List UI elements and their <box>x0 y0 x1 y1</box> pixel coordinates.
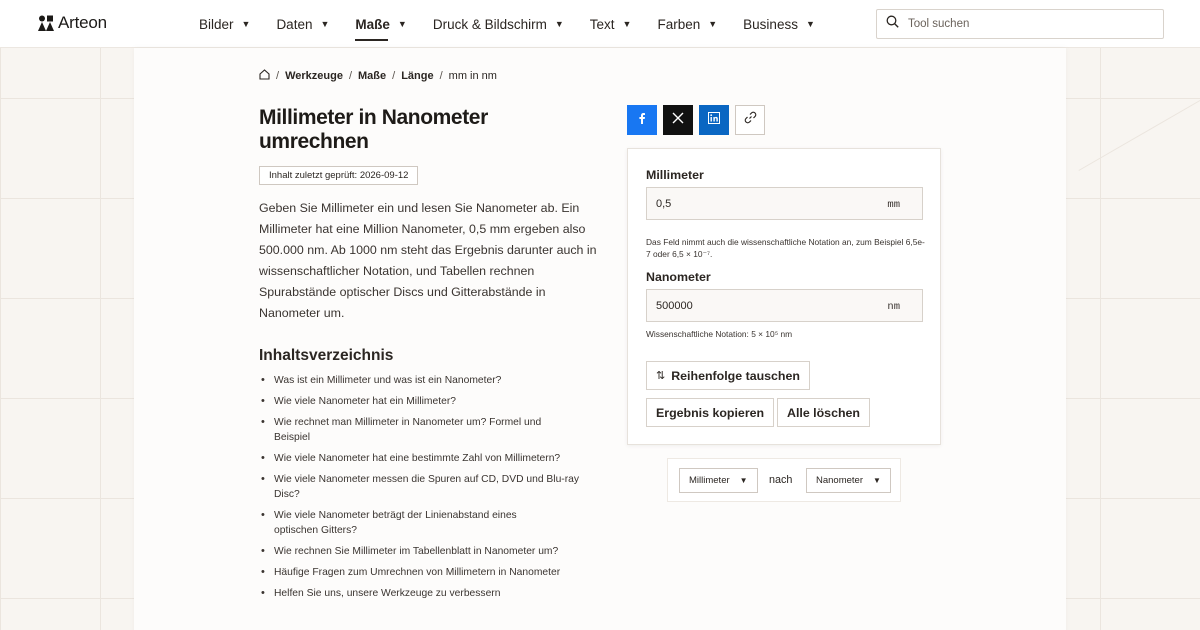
caret-down-icon: ▼ <box>622 19 632 29</box>
share-bar <box>627 105 765 135</box>
toc-list: Was ist ein Millimeter und was ist ein N… <box>259 373 599 607</box>
toc-link[interactable]: Helfen Sie uns, unsere Werkzeuge zu verb… <box>274 588 500 599</box>
intro-text: Geben Sie Millimeter ein und lesen Sie N… <box>259 201 597 320</box>
converter-panel: Millimeter mm Das Feld nimmt auch die wi… <box>627 148 941 445</box>
breadcrumb: / Werkzeuge / Maße / Länge / mm in nm <box>259 69 497 83</box>
nav-label: Farben <box>657 16 701 32</box>
brand-logo[interactable]: Arteon <box>38 13 107 33</box>
linkedin-icon <box>708 111 720 129</box>
nav-label: Text <box>589 16 615 32</box>
breadcrumb-laenge[interactable]: Länge <box>401 70 433 82</box>
nav-label: Maße <box>355 16 390 32</box>
nanometer-unit: nm <box>887 301 900 313</box>
share-x-button[interactable] <box>663 105 693 135</box>
nav-item-text[interactable]: Text ▼ <box>590 17 632 32</box>
nav-label: Bilder <box>199 16 234 32</box>
toc-link[interactable]: Wie rechnen Sie Millimeter im Tabellenbl… <box>274 546 558 557</box>
toc-link[interactable]: Häufige Fragen zum Umrechnen von Millime… <box>274 567 560 578</box>
nav-item-business[interactable]: Business ▼ <box>743 17 815 32</box>
from-unit-select[interactable]: Millimeter ▼ <box>679 468 758 493</box>
millimeter-unit: mm <box>887 199 900 211</box>
toc-link[interactable]: Wie viele Nanometer beträgt der Linienab… <box>274 510 517 536</box>
toc-item[interactable]: Wie rechnet man Millimeter in Nanometer … <box>259 415 544 445</box>
unit-joiner: nach <box>769 474 793 486</box>
logo-icon <box>38 15 54 31</box>
scientific-notation-text: Wissenschaftliche Notation: 5 × 10⁵ nm <box>646 329 793 339</box>
background-decoration <box>1078 100 1200 171</box>
toc-item[interactable]: Wie rechnen Sie Millimeter im Tabellenbl… <box>259 544 599 559</box>
link-icon <box>744 111 757 129</box>
facebook-icon <box>636 111 648 129</box>
page-title: Millimeter in Nanometer umrechnen <box>259 106 488 153</box>
toc-link[interactable]: Wie rechnet man Millimeter in Nanometer … <box>274 417 541 443</box>
copy-link-button[interactable] <box>735 105 765 135</box>
nav-item-daten[interactable]: Daten ▼ <box>276 17 329 32</box>
nav-label: Business <box>743 16 798 32</box>
caret-down-icon: ▼ <box>554 19 564 29</box>
toc-item[interactable]: Was ist ein Millimeter und was ist ein N… <box>259 373 599 388</box>
breadcrumb-separator: / <box>276 70 280 82</box>
millimeter-input[interactable] <box>647 197 877 210</box>
main-nav: Bilder ▼ Daten ▼ Maße ▼ Druck & Bildschirm ▼… <box>199 0 841 48</box>
caret-down-icon: ▼ <box>320 19 330 29</box>
caret-down-icon: ▼ <box>241 19 251 29</box>
millimeter-help-text: Das Feld nimmt auch die wissenschaftlich… <box>646 237 925 259</box>
to-unit-value: Nanometer <box>816 475 863 486</box>
unit-selector-row: Millimeter ▼ nach Nanometer ▼ <box>667 458 901 502</box>
swap-arrows-icon: ⇅ <box>656 370 666 382</box>
toc-item[interactable]: Wie viele Nanometer hat eine bestimmte Z… <box>259 451 599 466</box>
share-linkedin-button[interactable] <box>699 105 729 135</box>
nav-label: Daten <box>276 16 313 32</box>
nanometer-field[interactable]: nm <box>646 289 923 322</box>
millimeter-label: Millimeter <box>646 168 704 182</box>
toc-item[interactable]: Häufige Fragen zum Umrechnen von Millime… <box>259 565 599 580</box>
share-facebook-button[interactable] <box>627 105 657 135</box>
breadcrumb-separator: / <box>348 70 352 82</box>
breadcrumb-current: mm in nm <box>448 70 497 82</box>
toc-link[interactable]: Wie viele Nanometer hat ein Millimeter? <box>274 396 456 407</box>
home-icon[interactable] <box>259 69 270 83</box>
nav-item-bilder[interactable]: Bilder ▼ <box>199 17 250 32</box>
search-box[interactable] <box>876 9 1164 39</box>
nav-item-farben[interactable]: Farben ▼ <box>657 17 717 32</box>
x-icon <box>672 111 684 129</box>
brand-name: Arteon <box>58 13 107 32</box>
breadcrumb-separator: / <box>439 70 443 82</box>
nanometer-input[interactable] <box>647 299 877 312</box>
reviewed-badge: Inhalt zuletzt geprüft: 2026-09-12 <box>259 166 419 185</box>
nav-item-druck-bildschirm[interactable]: Druck & Bildschirm ▼ <box>433 17 564 32</box>
toc-link[interactable]: Wie viele Nanometer messen die Spuren au… <box>274 474 579 500</box>
toc-link[interactable]: Was ist ein Millimeter und was ist ein N… <box>274 375 501 386</box>
to-unit-select[interactable]: Nanometer ▼ <box>806 468 891 493</box>
copy-result-button[interactable]: Ergebnis kopieren <box>646 398 775 427</box>
toc-item[interactable]: Wie viele Nanometer beträgt der Linienab… <box>259 508 554 538</box>
caret-down-icon: ▼ <box>708 19 718 29</box>
millimeter-field[interactable]: mm <box>646 187 923 220</box>
top-bar: Arteon Bilder ▼ Daten ▼ Maße ▼ Druck & Bild… <box>0 0 1200 48</box>
nanometer-label: Nanometer <box>646 270 711 284</box>
copy-result-label: Ergebnis kopieren <box>656 405 765 420</box>
nav-label: Druck & Bildschirm <box>432 16 547 32</box>
breadcrumb-werkzeuge[interactable]: Werkzeuge <box>285 70 343 82</box>
clear-all-button[interactable]: Alle löschen <box>777 398 870 427</box>
search-input[interactable] <box>908 18 1148 30</box>
swap-order-label: Reihenfolge tauschen <box>671 368 800 383</box>
caret-down-icon: ▼ <box>873 476 881 485</box>
caret-down-icon: ▼ <box>805 19 815 29</box>
caret-down-icon: ▼ <box>397 19 407 29</box>
toc-link[interactable]: Wie viele Nanometer hat eine bestimmte Z… <box>274 453 560 464</box>
toc-title: Inhaltsverzeichnis <box>259 347 394 364</box>
swap-order-button[interactable]: ⇅ Reihenfolge tauschen <box>646 361 810 390</box>
breadcrumb-masse[interactable]: Maße <box>358 70 386 82</box>
toc-item[interactable]: Wie viele Nanometer messen die Spuren au… <box>259 472 589 502</box>
toc-item[interactable]: Helfen Sie uns, unsere Werkzeuge zu verb… <box>259 586 599 601</box>
caret-down-icon: ▼ <box>739 476 748 485</box>
from-unit-value: Millimeter <box>689 475 730 486</box>
search-icon <box>886 15 899 33</box>
nav-item-masse[interactable]: Maße ▼ <box>355 16 407 41</box>
breadcrumb-separator: / <box>392 70 396 82</box>
toc-item[interactable]: Wie viele Nanometer hat ein Millimeter? <box>259 394 599 409</box>
clear-all-label: Alle löschen <box>787 405 860 420</box>
